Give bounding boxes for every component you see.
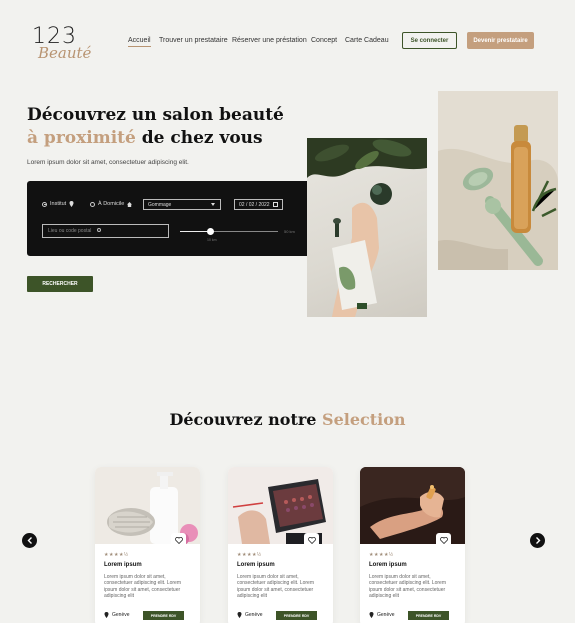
postal-input-placeholder: Lieu ou code postal [48, 228, 92, 234]
rating-stars: ★★★★½ [369, 552, 394, 558]
salon-name: Lorem ipsum [237, 562, 275, 568]
radio-institut[interactable]: Institut [42, 201, 74, 207]
selection-title-accent: Selection [322, 410, 406, 429]
search-panel: Institut À Domicile Gommage 02 / 02 / 20… [27, 181, 332, 256]
distance-slider-handle[interactable] [207, 228, 214, 235]
hero-photo-skincare-hand [307, 138, 427, 317]
location-pin-icon [104, 612, 109, 618]
location-pin-icon [69, 201, 74, 207]
date-input-value: 02 / 02 / 2022 [239, 202, 270, 208]
heart-icon [307, 536, 316, 544]
book-appointment-button[interactable]: PRENDRE RDV [276, 611, 317, 620]
radio-institut-label: Institut [50, 201, 67, 207]
login-button[interactable]: Se connecter [402, 32, 457, 49]
rating-stars: ★★★★½ [237, 552, 262, 558]
search-icon [97, 228, 101, 232]
nav-concept[interactable]: Concept [311, 37, 337, 44]
salon-location: Genève [237, 612, 263, 618]
salon-card[interactable]: ★★★★½ Lorem ipsum Lorem ipsum dolor sit … [95, 467, 200, 623]
nav-accueil[interactable]: Accueil [128, 37, 151, 47]
chevron-right-icon [535, 537, 540, 544]
search-button[interactable]: RECHERCHER [27, 276, 93, 292]
hero-title: Découvrez un salon beauté à proximité de… [27, 104, 284, 150]
date-input[interactable]: 02 / 02 / 2022 [234, 199, 283, 210]
carousel-prev-button[interactable] [22, 533, 37, 548]
salon-location-label: Genève [112, 612, 130, 618]
distance-slider-max: 50 km [284, 229, 295, 234]
hero-title-line1: Découvrez un salon beauté [27, 105, 284, 125]
favorite-button[interactable] [436, 533, 451, 547]
heart-icon [439, 536, 448, 544]
hero-title-rest: de chez vous [135, 128, 263, 148]
salon-location-label: Genève [377, 612, 395, 618]
radio-dot-checked [42, 201, 47, 207]
favorite-button[interactable] [171, 533, 186, 547]
carousel-next-button[interactable] [530, 533, 545, 548]
hero-subtitle: Lorem ipsum dolor sit amet, consectetuer… [27, 159, 189, 166]
chevron-down-icon [211, 203, 215, 206]
salon-description: Lorem ipsum dolor sit amet, consectetuer… [369, 574, 446, 599]
radio-domicile[interactable]: À Domicile [90, 201, 133, 207]
hero-photo-serum-roller [438, 91, 558, 270]
favorite-button[interactable] [304, 533, 319, 547]
nav-carte-cadeau[interactable]: Carte Cadeau [345, 37, 389, 44]
book-appointment-button[interactable]: PRENDRE RDV [408, 611, 449, 620]
book-appointment-button[interactable]: PRENDRE RDV [143, 611, 184, 620]
service-select-value: Gommage [148, 202, 172, 208]
selection-title: Découvrez notre Selection [0, 410, 575, 429]
chevron-left-icon [27, 537, 32, 544]
calendar-icon [273, 202, 278, 207]
salon-card[interactable]: ★★★★½ Lorem ipsum Lorem ipsum dolor sit … [228, 467, 333, 623]
location-pin-icon [237, 612, 242, 618]
location-pin-icon [369, 612, 374, 618]
rating-stars: ★★★★½ [104, 552, 129, 558]
service-select[interactable]: Gommage [143, 199, 221, 210]
salon-description: Lorem ipsum dolor sit amet, consectetuer… [104, 574, 181, 599]
logo-script: Beauté [38, 44, 92, 62]
salon-location: Genève [369, 612, 395, 618]
salon-card[interactable]: ★★★★½ Lorem ipsum Lorem ipsum dolor sit … [360, 467, 465, 623]
home-icon [127, 201, 133, 207]
become-provider-button[interactable]: Devenir prestataire [467, 32, 534, 49]
hero-title-accent: à proximité [27, 128, 136, 148]
distance-slider-value: 10 km [207, 238, 217, 242]
salon-description: Lorem ipsum dolor sit amet, consectetuer… [237, 574, 314, 599]
postal-input[interactable]: Lieu ou code postal [42, 224, 169, 238]
heart-icon [174, 536, 183, 544]
nav-reserver-prestation[interactable]: Réserver une préstation [232, 37, 307, 44]
nav-trouver-prestataire[interactable]: Trouver un prestataire [159, 37, 228, 44]
selection-title-main: Découvrez notre [169, 410, 323, 429]
salon-location: Genève [104, 612, 130, 618]
radio-dot [90, 201, 95, 207]
salon-name: Lorem ipsum [369, 562, 407, 568]
salon-name: Lorem ipsum [104, 562, 142, 568]
salon-location-label: Genève [245, 612, 263, 618]
logo[interactable]: 123 Beauté [30, 24, 100, 64]
radio-domicile-label: À Domicile [98, 201, 125, 207]
